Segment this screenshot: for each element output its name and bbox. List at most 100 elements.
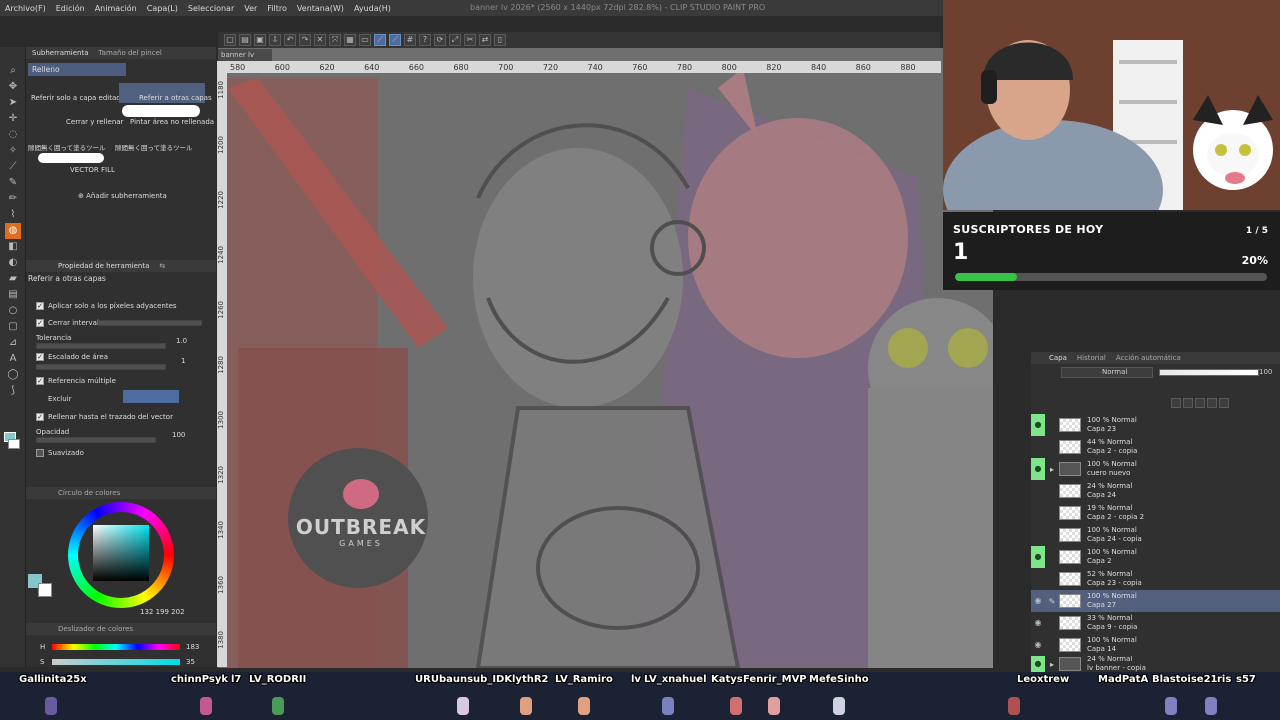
subtool-group-relleno[interactable]: Relleno <box>28 63 126 76</box>
subtool-paint-unfilled[interactable]: Pintar área no rellenada <box>130 118 214 126</box>
layer-opacity-value[interactable]: 100 <box>1259 368 1272 376</box>
menu-capa[interactable]: Capa(L) <box>142 4 183 13</box>
visibility-eye-icon[interactable]: ◉ <box>1031 590 1045 612</box>
new-file-icon[interactable]: ▢ <box>224 34 236 46</box>
deselect-icon[interactable]: ▭ <box>359 34 371 46</box>
layer-row-4[interactable]: 19 % Normal Capa 2 - copia 2 <box>1031 502 1280 524</box>
text-icon[interactable]: A <box>5 351 21 367</box>
help-icon[interactable]: ? <box>419 34 431 46</box>
saturation-value[interactable]: 35 <box>186 658 195 666</box>
new-folder-icon[interactable] <box>1183 398 1193 408</box>
mask-icon[interactable] <box>1195 398 1205 408</box>
menu-archivo[interactable]: Archivo(F) <box>0 4 51 13</box>
visibility-eye-icon[interactable]: ◉ <box>1031 612 1045 634</box>
opacity-slider[interactable] <box>36 437 156 443</box>
secondary-color-swatch[interactable] <box>38 583 52 597</box>
layer-row-8-selected[interactable]: ◉ ✎ 100 % Normal Capa 27 <box>1031 590 1280 612</box>
move-layer-icon[interactable]: ✛ <box>5 111 21 127</box>
sub-color-swatch[interactable] <box>8 439 20 449</box>
layer-row-5[interactable]: 100 % Normal Capa 24 - copia <box>1031 524 1280 546</box>
area-scaling-slider[interactable] <box>36 364 166 370</box>
hue-slider[interactable] <box>52 644 180 650</box>
layer-row-1[interactable]: 44 % Normal Capa 2 - copia <box>1031 436 1280 458</box>
menu-ver[interactable]: Ver <box>239 4 262 13</box>
move-icon[interactable]: ✥ <box>5 79 21 95</box>
canvas-area[interactable]: OUTBREAK GAMES <box>218 48 993 668</box>
visibility-eye-icon[interactable] <box>1031 568 1045 590</box>
layer-row-2[interactable]: ● ▸ 100 % Normal cuero nuevo <box>1031 458 1280 480</box>
merge-icon[interactable] <box>1207 398 1217 408</box>
subtool-enclose-fill-2[interactable]: 隙間無く囲って塗るツール <box>115 142 193 152</box>
auto-select-icon[interactable]: ✧ <box>5 143 21 159</box>
fill-vector-checkbox[interactable]: ✓ <box>36 413 44 421</box>
frame-icon[interactable]: ▢ <box>5 319 21 335</box>
tab-accion[interactable]: Acción automática <box>1116 354 1181 362</box>
brush-icon[interactable]: ⌇ <box>5 207 21 223</box>
tab-tool-property-extra[interactable]: ⇆ <box>159 262 165 270</box>
blend-icon[interactable]: ◐ <box>5 255 21 271</box>
eraser-icon[interactable]: ◧ <box>5 239 21 255</box>
fill-tool-icon[interactable]: ▰ <box>5 271 21 287</box>
opacity-value[interactable]: 100 <box>172 431 185 439</box>
transform-icon[interactable]: ⤧ <box>329 34 341 46</box>
subtool-refer-edited[interactable]: Referir solo a capa editada <box>31 94 125 102</box>
close-gap-slider[interactable] <box>98 320 202 326</box>
tab-tool-property[interactable]: Propiedad de herramienta <box>32 262 149 270</box>
layer-row-6[interactable]: ● 100 % Normal Capa 2 <box>1031 546 1280 568</box>
visibility-eye-icon[interactable]: ● <box>1031 546 1045 568</box>
subtool-close-fill[interactable]: Cerrar y rellenar <box>66 118 123 126</box>
tolerance-value[interactable]: 1.0 <box>176 337 187 345</box>
pin-icon[interactable]: ▯ <box>494 34 506 46</box>
tolerance-slider[interactable] <box>36 343 166 349</box>
visibility-eye-icon[interactable] <box>1031 502 1045 524</box>
delete-layer-icon[interactable] <box>1219 398 1229 408</box>
layer-row-0[interactable]: ● 100 % Normal Capa 23 <box>1031 414 1280 436</box>
smoothing-checkbox[interactable] <box>36 449 44 457</box>
undo-icon[interactable]: ↶ <box>284 34 296 46</box>
zoom-icon[interactable]: ⌕ <box>5 63 21 79</box>
hue-value[interactable]: 183 <box>186 643 199 651</box>
fill-bucket-icon[interactable]: ◍ <box>5 223 21 239</box>
layer-row-3[interactable]: 24 % Normal Capa 24 <box>1031 480 1280 502</box>
menu-seleccionar[interactable]: Seleccionar <box>183 4 239 13</box>
export-icon[interactable]: ⇩ <box>269 34 281 46</box>
new-layer-icon[interactable] <box>1171 398 1181 408</box>
menu-edicion[interactable]: Edición <box>51 4 90 13</box>
layer-opacity-slider[interactable] <box>1159 369 1259 376</box>
ruler-icon[interactable]: ⊿ <box>5 335 21 351</box>
open-file-icon[interactable]: ▤ <box>239 34 251 46</box>
correct-line-icon[interactable]: ⟆ <box>5 383 21 399</box>
visibility-eye-icon[interactable]: ● <box>1031 458 1045 480</box>
visibility-eye-icon[interactable]: ◉ <box>1031 634 1045 656</box>
subtool-refer-other[interactable]: Referir a otras capas <box>139 94 212 102</box>
multi-ref-checkbox[interactable]: ✓ <box>36 377 44 385</box>
save-icon[interactable]: ▣ <box>254 34 266 46</box>
apply-adjacent-checkbox[interactable]: ✓ <box>36 302 44 310</box>
flip-icon[interactable]: ⇄ <box>479 34 491 46</box>
exclude-options[interactable] <box>123 390 179 403</box>
canvas-tab[interactable]: banner lv 2026* <box>218 49 272 71</box>
color-square[interactable] <box>93 525 149 581</box>
gradient-icon[interactable]: ▤ <box>5 287 21 303</box>
grid-icon[interactable]: # <box>404 34 416 46</box>
menu-filtro[interactable]: Filtro <box>262 4 292 13</box>
visibility-eye-icon[interactable] <box>1031 524 1045 546</box>
snap-special-ruler-icon[interactable]: ⟋ <box>389 34 401 46</box>
selection-icon[interactable]: ◌ <box>5 127 21 143</box>
operation-icon[interactable]: ➤ <box>5 95 21 111</box>
menu-animacion[interactable]: Animación <box>90 4 142 13</box>
layer-row-11[interactable]: ● ▸ 24 % Normal lv banner - copia <box>1031 656 1280 672</box>
layer-row-9[interactable]: ◉ 33 % Normal Capa 9 - copia <box>1031 612 1280 634</box>
tab-subherramienta[interactable]: Subherramienta <box>32 49 89 57</box>
clear-icon[interactable]: ✕ <box>314 34 326 46</box>
visibility-eye-icon[interactable] <box>1031 436 1045 458</box>
layer-row-10[interactable]: ◉ 100 % Normal Capa 14 <box>1031 634 1280 656</box>
crop-icon[interactable]: ✂ <box>464 34 476 46</box>
folder-icon[interactable]: ▸ <box>1045 660 1059 669</box>
subtool-enclose-fill-1[interactable]: 隙間無く囲って塗るツール <box>28 142 106 152</box>
pencil-icon[interactable]: ✏ <box>5 191 21 207</box>
balloon-icon[interactable]: ◯ <box>5 367 21 383</box>
menu-ayuda[interactable]: Ayuda(H) <box>349 4 396 13</box>
rotate-icon[interactable]: ⟳ <box>434 34 446 46</box>
blend-mode-select[interactable]: Normal <box>1061 367 1153 378</box>
